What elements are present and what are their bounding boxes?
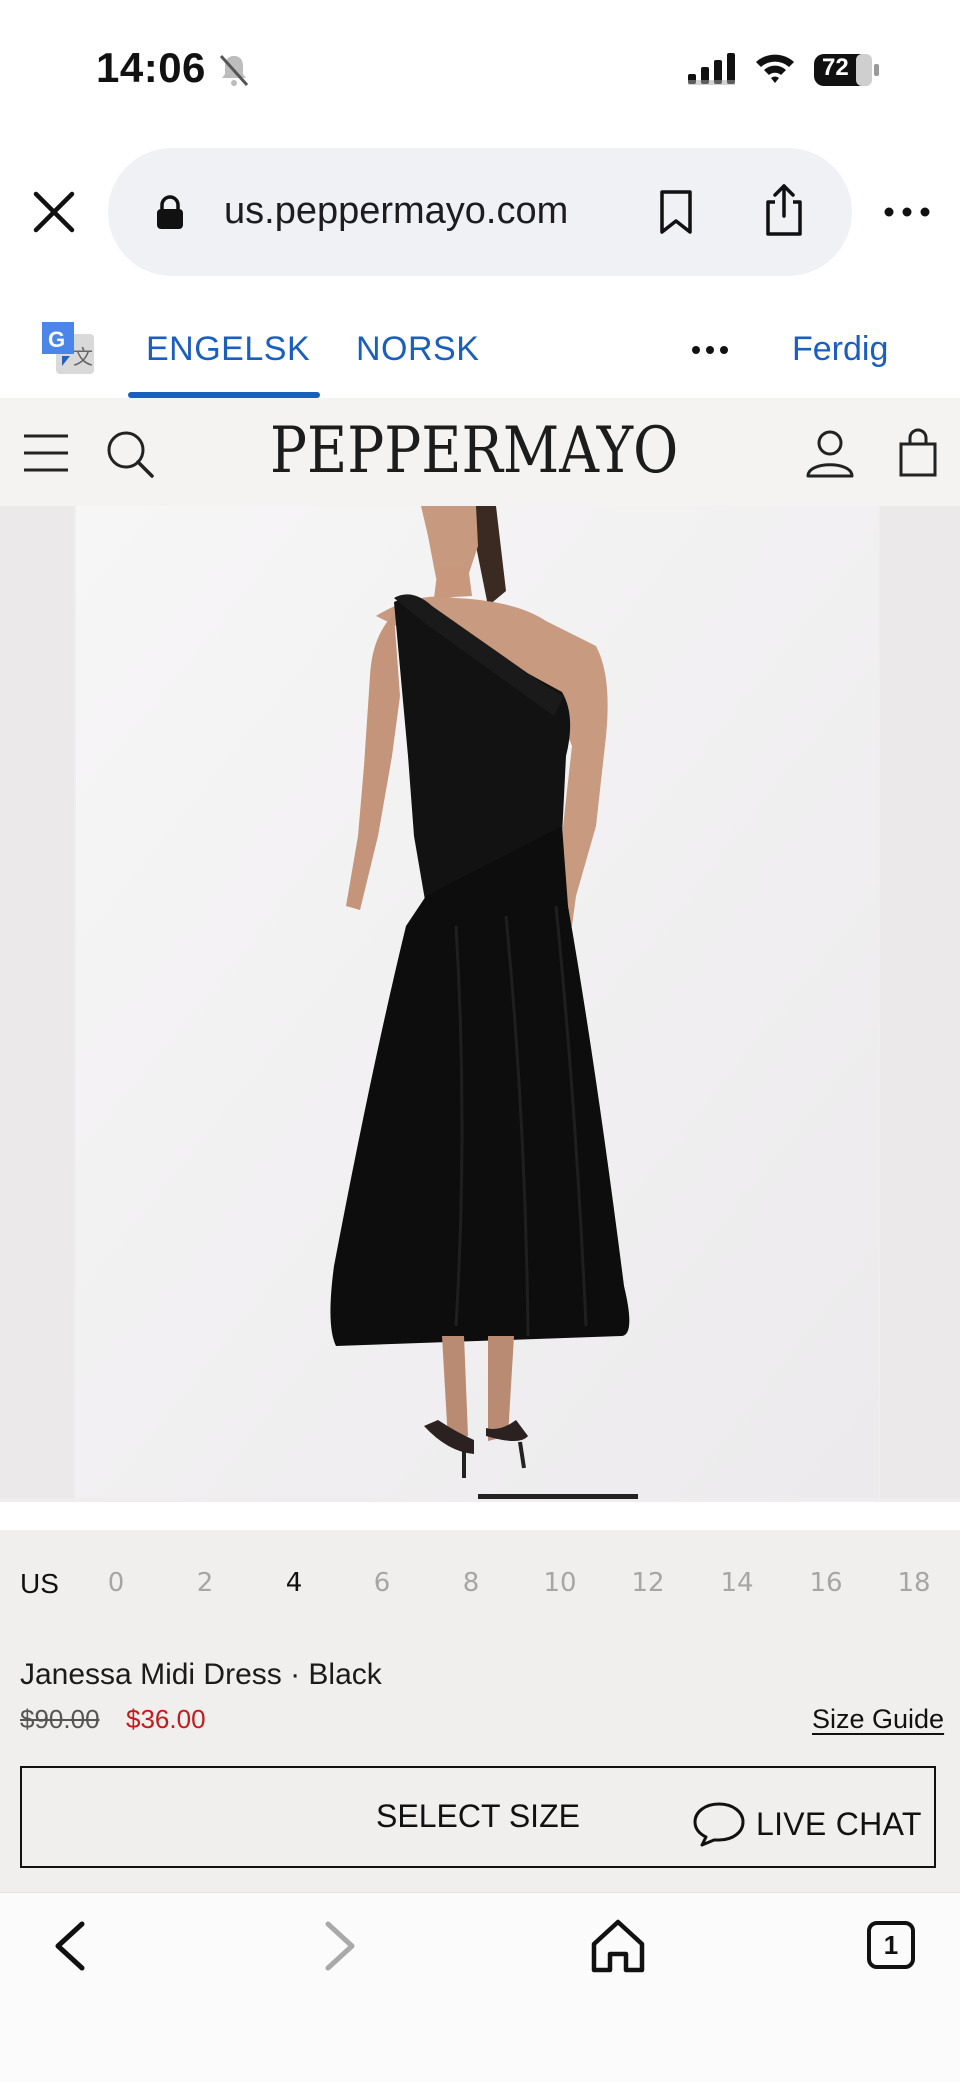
wifi-icon — [756, 54, 794, 83]
size-region-label: US — [20, 1568, 59, 1599]
size-option-18[interactable]: 18 — [884, 1568, 944, 1598]
close-icon[interactable] — [28, 186, 80, 238]
tab-count: 1 — [883, 1930, 899, 1960]
tab-engelsk[interactable]: ENGELSK — [146, 330, 310, 369]
size-option-10[interactable]: 10 — [530, 1568, 590, 1598]
next-image-peek[interactable] — [880, 506, 960, 1498]
battery-level: 72 — [822, 54, 849, 81]
size-option-16[interactable]: 16 — [796, 1568, 856, 1598]
svg-text:文: 文 — [73, 345, 93, 369]
size-option-8[interactable]: 8 — [441, 1568, 501, 1598]
sale-price: $36.00 — [126, 1704, 206, 1734]
battery-icon: 72 — [814, 52, 880, 88]
product-name: Janessa Midi Dress · Black — [20, 1658, 382, 1691]
original-price: $90.00 — [20, 1704, 100, 1734]
size-option-6[interactable]: 6 — [352, 1568, 412, 1598]
url-text[interactable]: us.peppermayo.com — [224, 190, 568, 233]
share-icon[interactable] — [762, 182, 806, 238]
live-chat-label: LIVE CHAT — [756, 1806, 922, 1842]
status-time: 14:06 — [96, 44, 206, 91]
size-option-0[interactable]: 0 — [86, 1568, 146, 1598]
menu-icon[interactable] — [22, 430, 70, 476]
more-icon[interactable] — [882, 196, 932, 228]
translate-more-icon[interactable] — [690, 338, 730, 362]
size-option-12[interactable]: 12 — [618, 1568, 678, 1598]
done-button[interactable]: Ferdig — [792, 330, 888, 369]
carousel-indicator — [478, 1494, 638, 1499]
chat-bubble-icon — [693, 1802, 745, 1847]
product-photo[interactable] — [76, 506, 878, 1498]
size-guide-link[interactable]: Size Guide — [812, 1704, 944, 1735]
bookmark-icon[interactable] — [656, 188, 696, 236]
product-image-carousel[interactable] — [0, 506, 960, 1502]
lock-icon — [157, 195, 183, 229]
size-option-2[interactable]: 2 — [175, 1568, 235, 1598]
site-logo[interactable]: PEPPERMAYO — [270, 414, 678, 488]
size-option-4[interactable]: 4 — [264, 1568, 324, 1598]
tab-norsk[interactable]: NORSK — [356, 330, 479, 369]
search-icon[interactable] — [104, 428, 156, 480]
bag-icon[interactable] — [898, 426, 938, 478]
previous-image-peek[interactable] — [0, 506, 74, 1498]
forward-icon[interactable] — [318, 1918, 362, 1974]
dress-illustration — [76, 506, 878, 1498]
size-option-14[interactable]: 14 — [707, 1568, 767, 1598]
home-icon[interactable] — [588, 1916, 648, 1976]
google-translate-icon[interactable]: 文 G — [40, 320, 96, 376]
bell-muted-icon — [219, 54, 249, 87]
browser-toolbar — [0, 1892, 960, 2082]
cellular-signal-icon — [688, 53, 735, 85]
svg-text:G: G — [48, 327, 65, 352]
account-icon[interactable] — [804, 428, 856, 480]
back-icon[interactable] — [48, 1918, 92, 1974]
